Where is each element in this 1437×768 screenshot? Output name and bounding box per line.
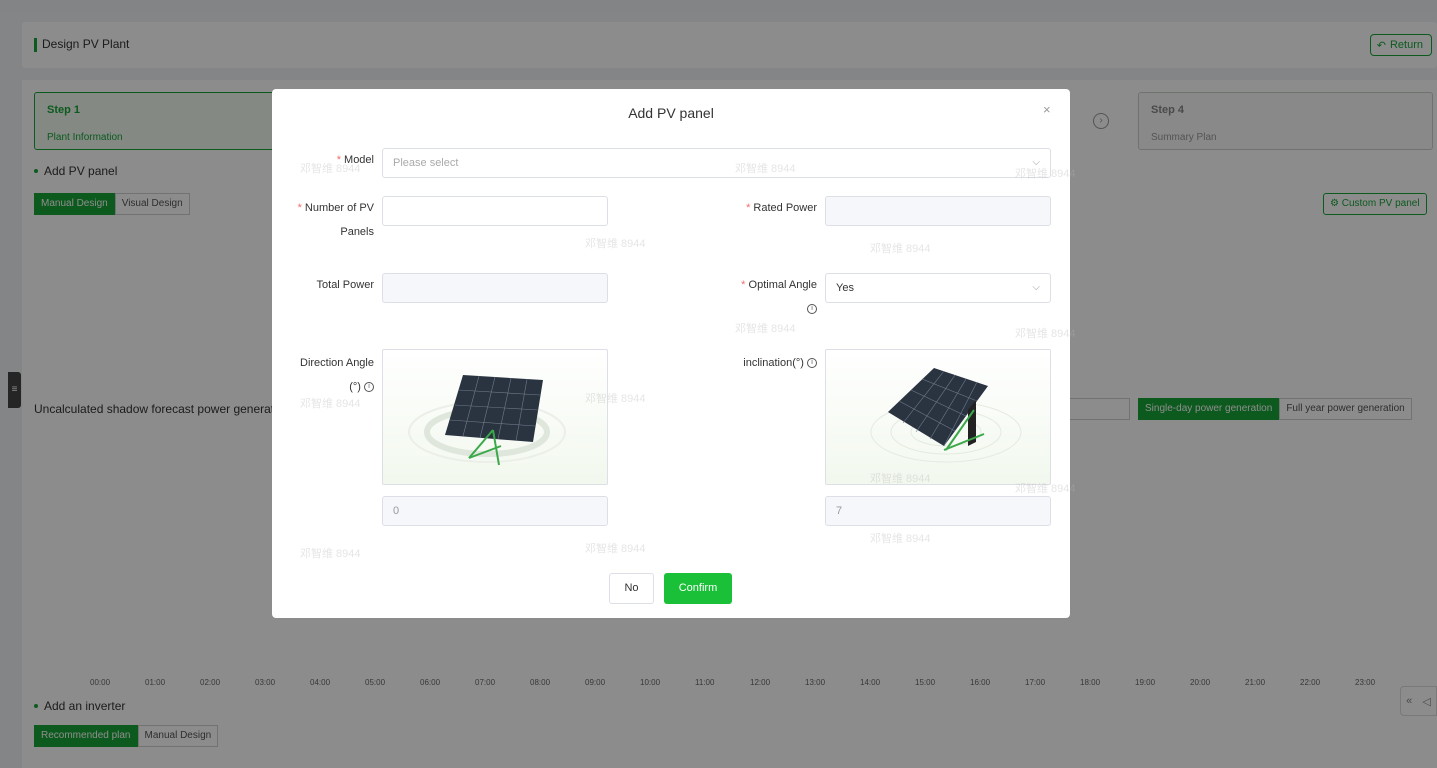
model-label: * Model	[336, 154, 374, 166]
direction-angle-input: 0	[382, 496, 608, 526]
info-icon[interactable]: i	[807, 304, 817, 315]
inclination-label: inclination(°) i	[712, 351, 817, 375]
confirm-button[interactable]: Confirm	[664, 573, 732, 604]
total-power-input	[382, 273, 608, 303]
inclination-value: 7	[836, 505, 843, 517]
optimal-angle-select[interactable]: Yes ⌵	[825, 273, 1051, 303]
dialog-title: Add PV panel	[628, 105, 714, 121]
chevron-down-icon: ⌵	[1032, 282, 1040, 293]
optimal-angle-value: Yes	[836, 282, 854, 294]
rated-power-label: * Rated Power	[746, 202, 817, 214]
num-panels-label: * Number of PV Panels	[297, 202, 374, 238]
info-icon[interactable]: i	[807, 358, 817, 369]
rated-power-input	[825, 196, 1051, 226]
chevron-down-icon: ⌵	[1032, 157, 1040, 168]
inclination-input: 7	[825, 496, 1051, 526]
solar-panel-inclination-image	[870, 368, 1022, 463]
info-icon[interactable]: i	[364, 382, 374, 393]
model-select[interactable]: Please select ⌵	[382, 148, 1051, 178]
close-icon[interactable]: ×	[1043, 102, 1051, 117]
total-power-label: Total Power	[316, 279, 374, 291]
direction-angle-label: Direction Angle (°) i	[300, 357, 374, 393]
direction-angle-value: 0	[393, 505, 400, 517]
model-placeholder: Please select	[393, 157, 459, 169]
no-button[interactable]: No	[609, 573, 654, 604]
direction-angle-illustration	[382, 349, 608, 485]
optimal-angle-label: * Optimal Angle i	[741, 279, 817, 315]
num-panels-input[interactable]	[382, 196, 608, 226]
solar-panel-direction-image	[408, 375, 566, 466]
add-pv-panel-dialog: Add PV panel × * Model Please select ⌵ *…	[272, 89, 1070, 618]
inclination-illustration	[825, 349, 1051, 485]
